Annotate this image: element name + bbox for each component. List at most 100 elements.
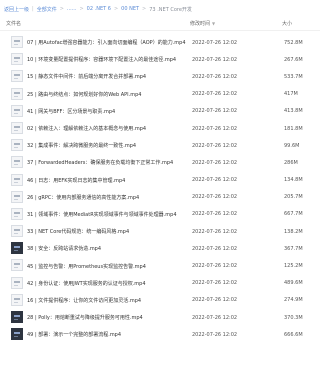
file-row[interactable]: 02 | 依赖注入：理解依赖注入的基本概念与使用.mp4 2022-07-26 1… [0, 120, 320, 137]
file-row[interactable]: 37 | ForwardedHeaders：确保服务在负载均衡下正常工作.mp4… [0, 154, 320, 171]
file-size: 533.7M [284, 73, 303, 80]
video-thumbnail-icon [11, 293, 23, 306]
file-row[interactable]: 45 | 监控与告警：用Prometheus实现监控告警.mp4 2022-07-… [0, 257, 320, 274]
breadcrumb-current-folder: 73 .NET Core开发 [149, 6, 192, 13]
file-row[interactable]: 15 | 静态文件中间件：前后端分离开发合并部署.mp4 2022-07-26 1… [0, 68, 320, 85]
file-name[interactable]: 26 | gRPC：使用内部服务通信的高性能方案.mp4 [27, 194, 187, 201]
file-name[interactable]: 16 | 文件提供程序：让你的文件访问更加灵活.mp4 [27, 297, 187, 304]
file-modified-time: 2022-07-26 12:02 [192, 177, 238, 184]
video-thumbnail-icon [11, 70, 23, 83]
file-name[interactable]: 41 | 网关与BFF：区分场景与职责.mp4 [27, 108, 187, 115]
video-thumbnail-icon [11, 190, 23, 203]
file-modified-time: 2022-07-26 12:02 [192, 211, 238, 218]
file-name[interactable]: 25 | 路由与终结点：如何规划好你的Web API.mp4 [27, 91, 187, 98]
file-size: 413.8M [284, 108, 303, 115]
file-row[interactable]: 07 | 用Autofac增强容器能力：引入面向切面编程（AOP）的能力.mp4… [0, 34, 320, 51]
file-name[interactable]: 46 | 日志：用EFK实现日志的集中管理.mp4 [27, 177, 187, 184]
file-row[interactable]: 46 | 日志：用EFK实现日志的集中管理.mp4 2022-07-26 12:0… [0, 172, 320, 189]
file-modified-time: 2022-07-26 12:02 [192, 263, 238, 270]
file-row[interactable]: 32 | 集成事件：解决跨微服务的最终一致性.mp4 2022-07-26 12:… [0, 137, 320, 154]
file-name[interactable]: 10 | 环境变量配置提供程序：容器环境下配置注入的最佳途径.mp4 [27, 56, 187, 63]
file-size: 417M [284, 91, 298, 98]
file-modified-time: 2022-07-26 12:02 [192, 194, 238, 201]
file-modified-time: 2022-07-26 12:02 [192, 331, 238, 338]
file-modified-time: 2022-07-26 12:02 [192, 39, 238, 46]
file-size: 134.8M [284, 177, 303, 184]
breadcrumb-separator: > [113, 6, 119, 12]
video-thumbnail-icon [11, 207, 23, 220]
file-modified-time: 2022-07-26 12:02 [192, 125, 238, 132]
file-size: 138.2M [284, 228, 303, 235]
file-list: 07 | 用Autofac增强容器能力：引入面向切面编程（AOP）的能力.mp4… [0, 34, 320, 343]
column-header-time[interactable]: 修改时间 ▼ [190, 20, 215, 27]
file-row[interactable]: 31 | 领域事件：使用MediatR实现领域事件与领域事件处理器.mp4 202… [0, 206, 320, 223]
file-row[interactable]: 26 | gRPC：使用内部服务通信的高性能方案.mp4 2022-07-26 1… [0, 189, 320, 206]
video-thumbnail-icon [11, 328, 23, 341]
file-modified-time: 2022-07-26 12:02 [192, 245, 238, 252]
breadcrumb-back[interactable]: 返回上一级 [4, 6, 29, 13]
breadcrumb-separator: | [32, 6, 34, 12]
file-size: 666.6M [284, 331, 303, 338]
file-name[interactable]: 33 | NET Core代码规范：统一编码风格.mp4 [27, 228, 187, 235]
breadcrumb-separator: > [142, 6, 147, 12]
file-size: 125.2M [284, 263, 303, 270]
breadcrumb-folder-net6[interactable]: 02 .NET 6 [87, 6, 111, 12]
column-header-name[interactable]: 文件名 [6, 20, 21, 27]
file-size: 752.8M [284, 39, 303, 46]
file-modified-time: 2022-07-26 12:02 [192, 142, 238, 149]
breadcrumb-ellipsis[interactable]: ...... [67, 6, 77, 12]
file-row[interactable]: 16 | 文件提供程序：让你的文件访问更加灵活.mp4 2022-07-26 12… [0, 292, 320, 309]
file-name[interactable]: 31 | 领域事件：使用MediatR实现领域事件与领域事件处理器.mp4 [27, 211, 187, 218]
file-modified-time: 2022-07-26 12:02 [192, 228, 238, 235]
file-size: 367.7M [284, 245, 303, 252]
file-row[interactable]: 42 | 身份认证：使用JWT实现服务的认证与授权.mp4 2022-07-26 … [0, 275, 320, 292]
file-modified-time: 2022-07-26 12:02 [192, 314, 238, 321]
file-row[interactable]: 25 | 路由与终结点：如何规划好你的Web API.mp4 2022-07-26… [0, 86, 320, 103]
video-thumbnail-icon [11, 173, 23, 186]
file-size: 274.9M [284, 297, 303, 304]
video-thumbnail-icon [11, 139, 23, 152]
file-name[interactable]: 15 | 静态文件中间件：前后端分离开发合并部署.mp4 [27, 73, 187, 80]
video-thumbnail-icon [11, 87, 23, 100]
video-thumbnail-icon [11, 156, 23, 169]
file-modified-time: 2022-07-26 12:02 [192, 297, 238, 304]
column-header-size[interactable]: 大小 [282, 20, 292, 27]
file-size: 99.6M [284, 142, 300, 149]
file-modified-time: 2022-07-26 12:02 [192, 91, 238, 98]
file-modified-time: 2022-07-26 12:02 [192, 159, 238, 166]
file-modified-time: 2022-07-26 12:02 [192, 56, 238, 63]
file-name[interactable]: 37 | ForwardedHeaders：确保服务在负载均衡下正常工作.mp4 [27, 159, 187, 166]
file-row[interactable]: 33 | NET Core代码规范：统一编码风格.mp4 2022-07-26 1… [0, 223, 320, 240]
file-row[interactable]: 38 | 安全：反跨站请求伪造.mp4 2022-07-26 12:02 367.7… [0, 240, 320, 257]
video-thumbnail-icon [11, 225, 23, 238]
video-thumbnail-icon [11, 259, 23, 272]
file-row[interactable]: 10 | 环境变量配置提供程序：容器环境下配置注入的最佳途径.mp4 2022-0… [0, 51, 320, 68]
file-name[interactable]: 28 | Polly：用熔断重试与降级提升服务可用性.mp4 [27, 314, 187, 321]
breadcrumb-separator: > [59, 6, 64, 12]
file-name[interactable]: 02 | 依赖注入：理解依赖注入的基本概念与使用.mp4 [27, 125, 187, 132]
breadcrumb-all-files[interactable]: 全部文件 [37, 6, 57, 13]
file-name[interactable]: 49 | 部署：演示一个完整的部署流程.mp4 [27, 331, 187, 338]
file-size: 667.7M [284, 211, 303, 218]
file-modified-time: 2022-07-26 12:02 [192, 108, 238, 115]
file-name[interactable]: 42 | 身份认证：使用JWT实现服务的认证与授权.mp4 [27, 280, 187, 287]
file-size: 267.6M [284, 56, 303, 63]
video-thumbnail-icon [11, 104, 23, 117]
file-list-header: 文件名 修改时间 ▼ 大小 [0, 17, 320, 31]
file-name[interactable]: 32 | 集成事件：解决跨微服务的最终一致性.mp4 [27, 142, 187, 149]
file-name[interactable]: 45 | 监控与告警：用Prometheus实现监控告警.mp4 [27, 263, 187, 270]
file-name[interactable]: 38 | 安全：反跨站请求伪造.mp4 [27, 245, 187, 252]
video-thumbnail-icon [11, 121, 23, 134]
file-row[interactable]: 28 | Polly：用熔断重试与降级提升服务可用性.mp4 2022-07-26… [0, 309, 320, 326]
file-modified-time: 2022-07-26 12:02 [192, 280, 238, 287]
video-thumbnail-icon [11, 311, 23, 323]
file-size: 489.6M [284, 280, 303, 287]
file-row[interactable]: 41 | 网关与BFF：区分场景与职责.mp4 2022-07-26 12:02 4… [0, 103, 320, 120]
file-name[interactable]: 07 | 用Autofac增强容器能力：引入面向切面编程（AOP）的能力.mp4 [27, 39, 187, 46]
file-modified-time: 2022-07-26 12:02 [192, 73, 238, 80]
video-thumbnail-icon [11, 276, 23, 289]
file-row[interactable]: 49 | 部署：演示一个完整的部署流程.mp4 2022-07-26 12:02 6… [0, 326, 320, 343]
video-thumbnail-icon [11, 53, 23, 66]
video-thumbnail-icon [11, 242, 23, 255]
breadcrumb-folder-net[interactable]: 00 NET [121, 6, 139, 12]
